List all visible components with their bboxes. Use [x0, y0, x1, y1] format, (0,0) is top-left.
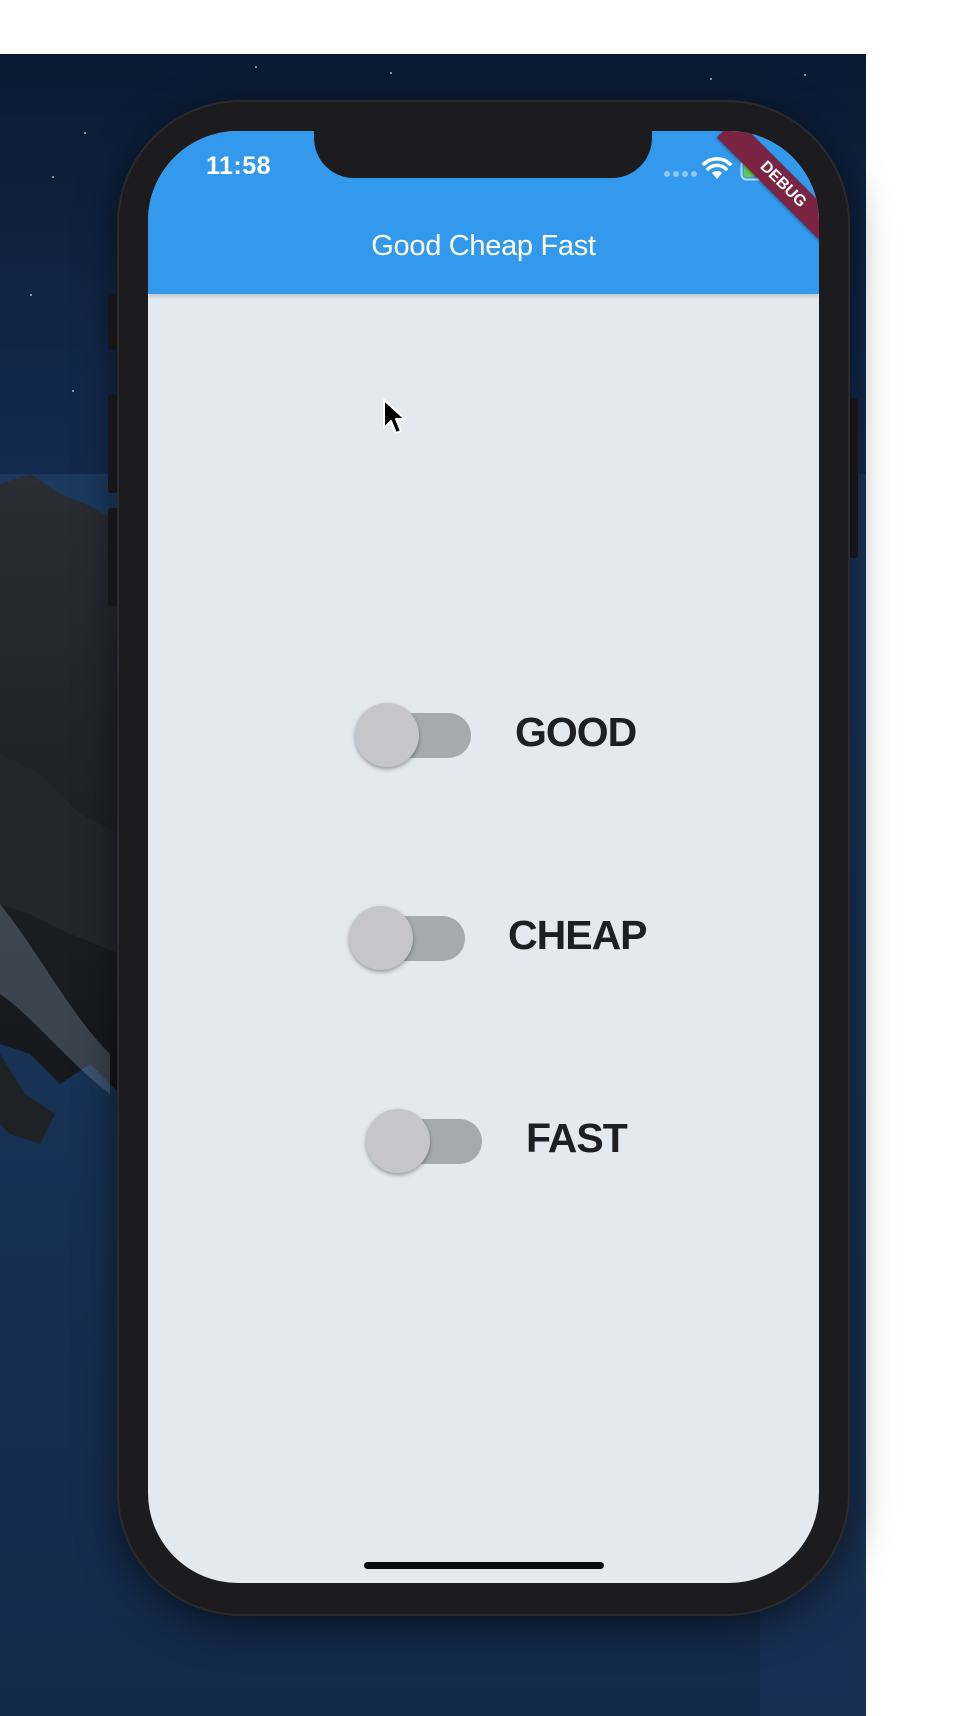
toggle-row-good: GOOD: [355, 702, 655, 768]
home-indicator[interactable]: [364, 1562, 604, 1569]
cheap-label: CHEAP: [508, 912, 648, 958]
cheap-switch[interactable]: [349, 905, 469, 971]
debug-banner-label: DEBUG: [716, 131, 819, 251]
debug-banner: DEBUG: [683, 131, 819, 267]
mouse-pointer-icon: [383, 399, 406, 434]
switch-thumb[interactable]: [349, 906, 413, 970]
desktop-screen: 11:58 Good Cheap Fast DEBUG GOOD CHEAP F…: [0, 0, 966, 1716]
phone-screen: 11:58 Good Cheap Fast DEBUG GOOD CHEAP F…: [148, 131, 819, 1583]
switch-thumb[interactable]: [366, 1109, 430, 1173]
switch-thumb[interactable]: [355, 703, 419, 767]
good-switch[interactable]: [355, 702, 475, 768]
fast-switch[interactable]: [366, 1108, 486, 1174]
toggle-row-cheap: CHEAP: [349, 905, 669, 971]
good-label: GOOD: [515, 709, 637, 755]
fast-label: FAST: [526, 1115, 628, 1161]
phone-notch: [314, 131, 652, 178]
status-time: 11:58: [206, 152, 272, 180]
toggle-row-fast: FAST: [366, 1108, 646, 1174]
